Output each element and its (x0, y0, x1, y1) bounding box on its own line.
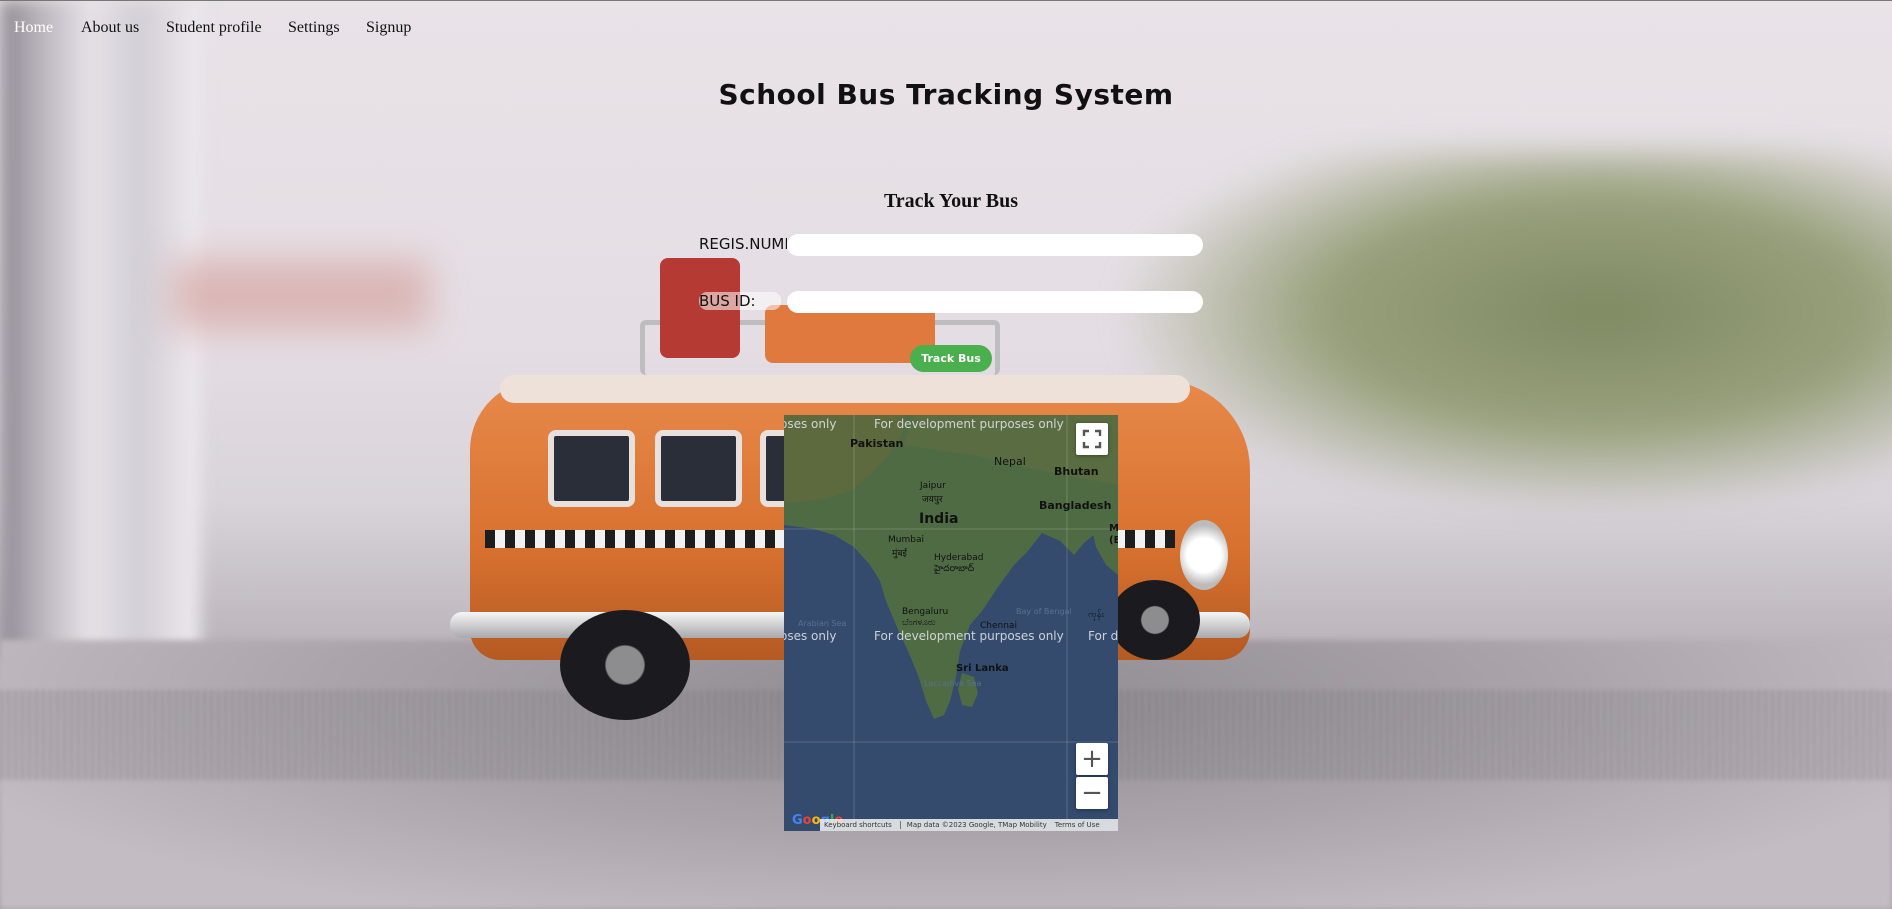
map-data-attribution: Map data ©2023 Google, TMap Mobility (899, 821, 1047, 829)
map-fullscreen-button[interactable] (1076, 423, 1108, 455)
map-dev-watermark: For development purposes only (874, 417, 1064, 431)
map-keyboard-shortcuts-link[interactable]: Keyboard shortcuts (824, 821, 892, 829)
map-dev-watermark: oses only (784, 629, 837, 643)
bus-id-input[interactable] (787, 291, 1203, 313)
map-dev-watermark: oses only (784, 417, 837, 431)
nav-signup[interactable]: Signup (366, 19, 411, 37)
map-label-bengaluru-local: ಬೆಂಗಳೂರು (902, 618, 936, 628)
toy-bus-wheel (1110, 580, 1200, 660)
map-label-arabian-sea: Arabian Sea (798, 619, 847, 628)
map-label-hyderabad-local: హైదరాబాద్ (934, 564, 975, 574)
map-label-bhutan: Bhutan (1054, 465, 1099, 478)
map-label-pakistan: Pakistan (850, 437, 904, 450)
toy-bus-window (548, 430, 635, 507)
map-label-hyderabad: Hyderabad (934, 553, 984, 563)
regis-number-input[interactable] (787, 234, 1203, 256)
map-dev-watermark: For development purposes only (874, 629, 1064, 643)
map-label-laccadive-sea: Laccadive Sea (924, 679, 982, 688)
map-attribution-bar: Keyboard shortcuts Map data ©2023 Google… (820, 819, 1118, 831)
bus-map[interactable]: oses only For development purposes only … (784, 415, 1118, 831)
map-label-sri-lanka: Sri Lanka (956, 663, 1009, 674)
map-label-nepal: Nepal (994, 455, 1026, 468)
map-label-bangladesh: Bangladesh (1039, 499, 1112, 512)
map-label-bay-of-bengal: Bay of Bengal (1016, 607, 1072, 616)
map-label-jaipur: Jaipur (920, 481, 946, 491)
map-label-jaipur-local: जयपुर (922, 495, 943, 505)
map-label-mumbai-local: मुंबई (892, 549, 907, 559)
nav-student-profile[interactable]: Student profile (166, 19, 262, 37)
toy-bus-wheel (560, 610, 690, 720)
toy-bus-headlamp (1180, 520, 1228, 590)
map-label-edge: M (1109, 523, 1118, 534)
track-bus-button[interactable]: Track Bus (910, 345, 992, 372)
map-label-edge-mid: ကုန်း (1088, 610, 1104, 620)
map-zoom-in-button[interactable]: + (1076, 743, 1108, 775)
map-label-chennai: Chennai (980, 621, 1017, 631)
toy-bus-window (655, 430, 742, 507)
map-label-mumbai: Mumbai (888, 535, 924, 545)
top-nav: Home About us Student profile Settings S… (0, 0, 1892, 53)
fullscreen-icon (1082, 429, 1102, 449)
map-label-edge: (B (1109, 535, 1118, 546)
regis-number-label: REGIS.NUMBER: (699, 235, 787, 253)
map-label-bengaluru: Bengaluru (902, 607, 949, 617)
nav-settings[interactable]: Settings (288, 19, 340, 37)
bus-id-label: BUS ID: (699, 292, 781, 310)
map-label-india: India (919, 511, 959, 527)
page-title: School Bus Tracking System (718, 78, 1174, 111)
toy-bus-roof (500, 375, 1190, 403)
map-terms-link[interactable]: Terms of Use (1055, 821, 1100, 829)
map-dev-watermark: For d (1088, 629, 1118, 643)
form-title: Track Your Bus (883, 190, 1019, 212)
map-zoom-out-button[interactable]: − (1076, 777, 1108, 809)
nav-home[interactable]: Home (14, 19, 53, 37)
nav-about-us[interactable]: About us (81, 19, 139, 37)
background-blur-red (170, 260, 430, 330)
